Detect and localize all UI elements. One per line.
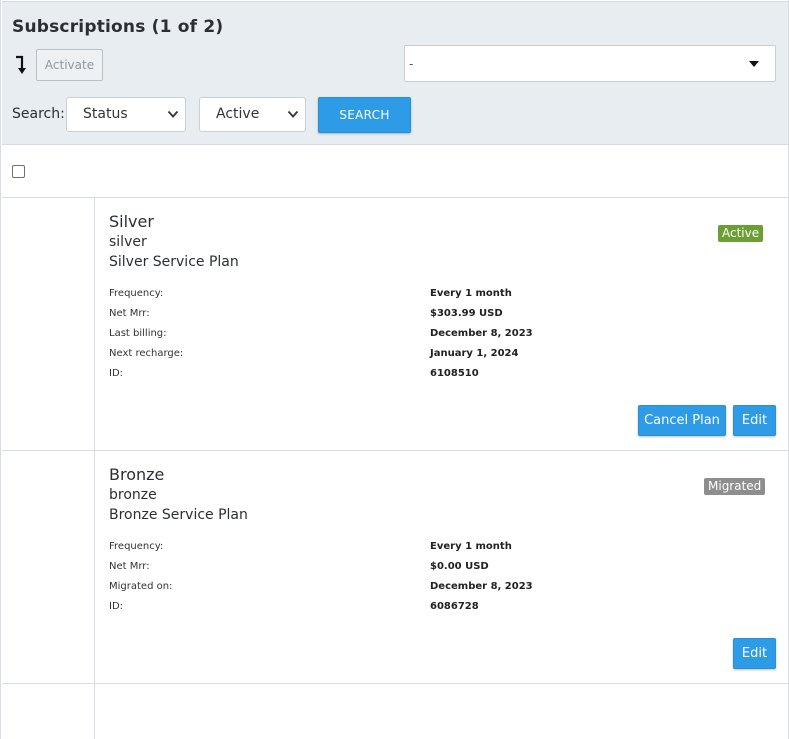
edit-button[interactable]: Edit	[733, 638, 776, 669]
subscription-description: Bronze Service Plan	[109, 507, 248, 523]
detail-label: Frequency:	[109, 541, 164, 552]
page-title: Subscriptions (1 of 2)	[12, 17, 224, 37]
subscriptions-header: Subscriptions (1 of 2) Activate - Search…	[2, 1, 788, 145]
detail-label: Net Mrr:	[109, 561, 150, 572]
bulk-action-value: -	[409, 57, 414, 71]
detail-value: December 8, 2023	[430, 328, 533, 339]
bulk-action-select[interactable]: -	[404, 45, 776, 82]
page-frame: Subscriptions (1 of 2) Activate - Search…	[0, 0, 789, 739]
row-gutter	[2, 684, 95, 739]
select-all-checkbox[interactable]	[12, 165, 25, 178]
subscription-handle: silver	[109, 234, 147, 250]
search-label: Search:	[12, 106, 65, 122]
row-gutter	[2, 198, 95, 450]
subscription-description: Silver Service Plan	[109, 254, 239, 270]
edit-button[interactable]: Edit	[733, 405, 776, 436]
empty-row	[2, 684, 788, 739]
subscription-row: Bronze bronze Bronze Service Plan Migrat…	[2, 451, 788, 684]
detail-label: Frequency:	[109, 288, 164, 299]
cancel-plan-button[interactable]: Cancel Plan	[638, 405, 726, 436]
detail-value: $0.00 USD	[430, 561, 489, 572]
detail-label: Next recharge:	[109, 348, 184, 359]
sort-arrow-down-icon[interactable]	[14, 55, 26, 75]
detail-value: January 1, 2024	[430, 348, 519, 359]
chevron-down-icon	[167, 110, 179, 118]
detail-label: ID:	[109, 368, 124, 379]
detail-value: 6108510	[430, 368, 479, 379]
caret-down-icon	[749, 61, 759, 67]
detail-value: Every 1 month	[430, 288, 512, 299]
subscription-name: Bronze	[109, 465, 165, 484]
detail-label: Last billing:	[109, 328, 167, 339]
detail-value: December 8, 2023	[430, 581, 533, 592]
search-field-value: Status	[83, 106, 128, 122]
chevron-down-icon	[287, 110, 299, 118]
select-all-row	[2, 146, 788, 198]
detail-value: 6086728	[430, 601, 479, 612]
detail-label: ID:	[109, 601, 124, 612]
detail-label: Net Mrr:	[109, 308, 150, 319]
row-gutter	[2, 451, 95, 683]
search-value-value: Active	[216, 106, 260, 122]
search-button[interactable]: SEARCH	[318, 97, 411, 133]
subscription-handle: bronze	[109, 487, 157, 503]
detail-label: Migrated on:	[109, 581, 173, 592]
detail-value: $303.99 USD	[430, 308, 503, 319]
status-badge: Active	[718, 225, 764, 242]
status-badge: Migrated	[704, 478, 766, 495]
search-value-select[interactable]: Active	[199, 97, 306, 132]
subscription-row: Silver silver Silver Service Plan Active…	[2, 198, 788, 451]
detail-value: Every 1 month	[430, 541, 512, 552]
search-field-select[interactable]: Status	[66, 97, 186, 132]
subscription-name: Silver	[109, 212, 154, 231]
activate-button[interactable]: Activate	[36, 49, 103, 81]
